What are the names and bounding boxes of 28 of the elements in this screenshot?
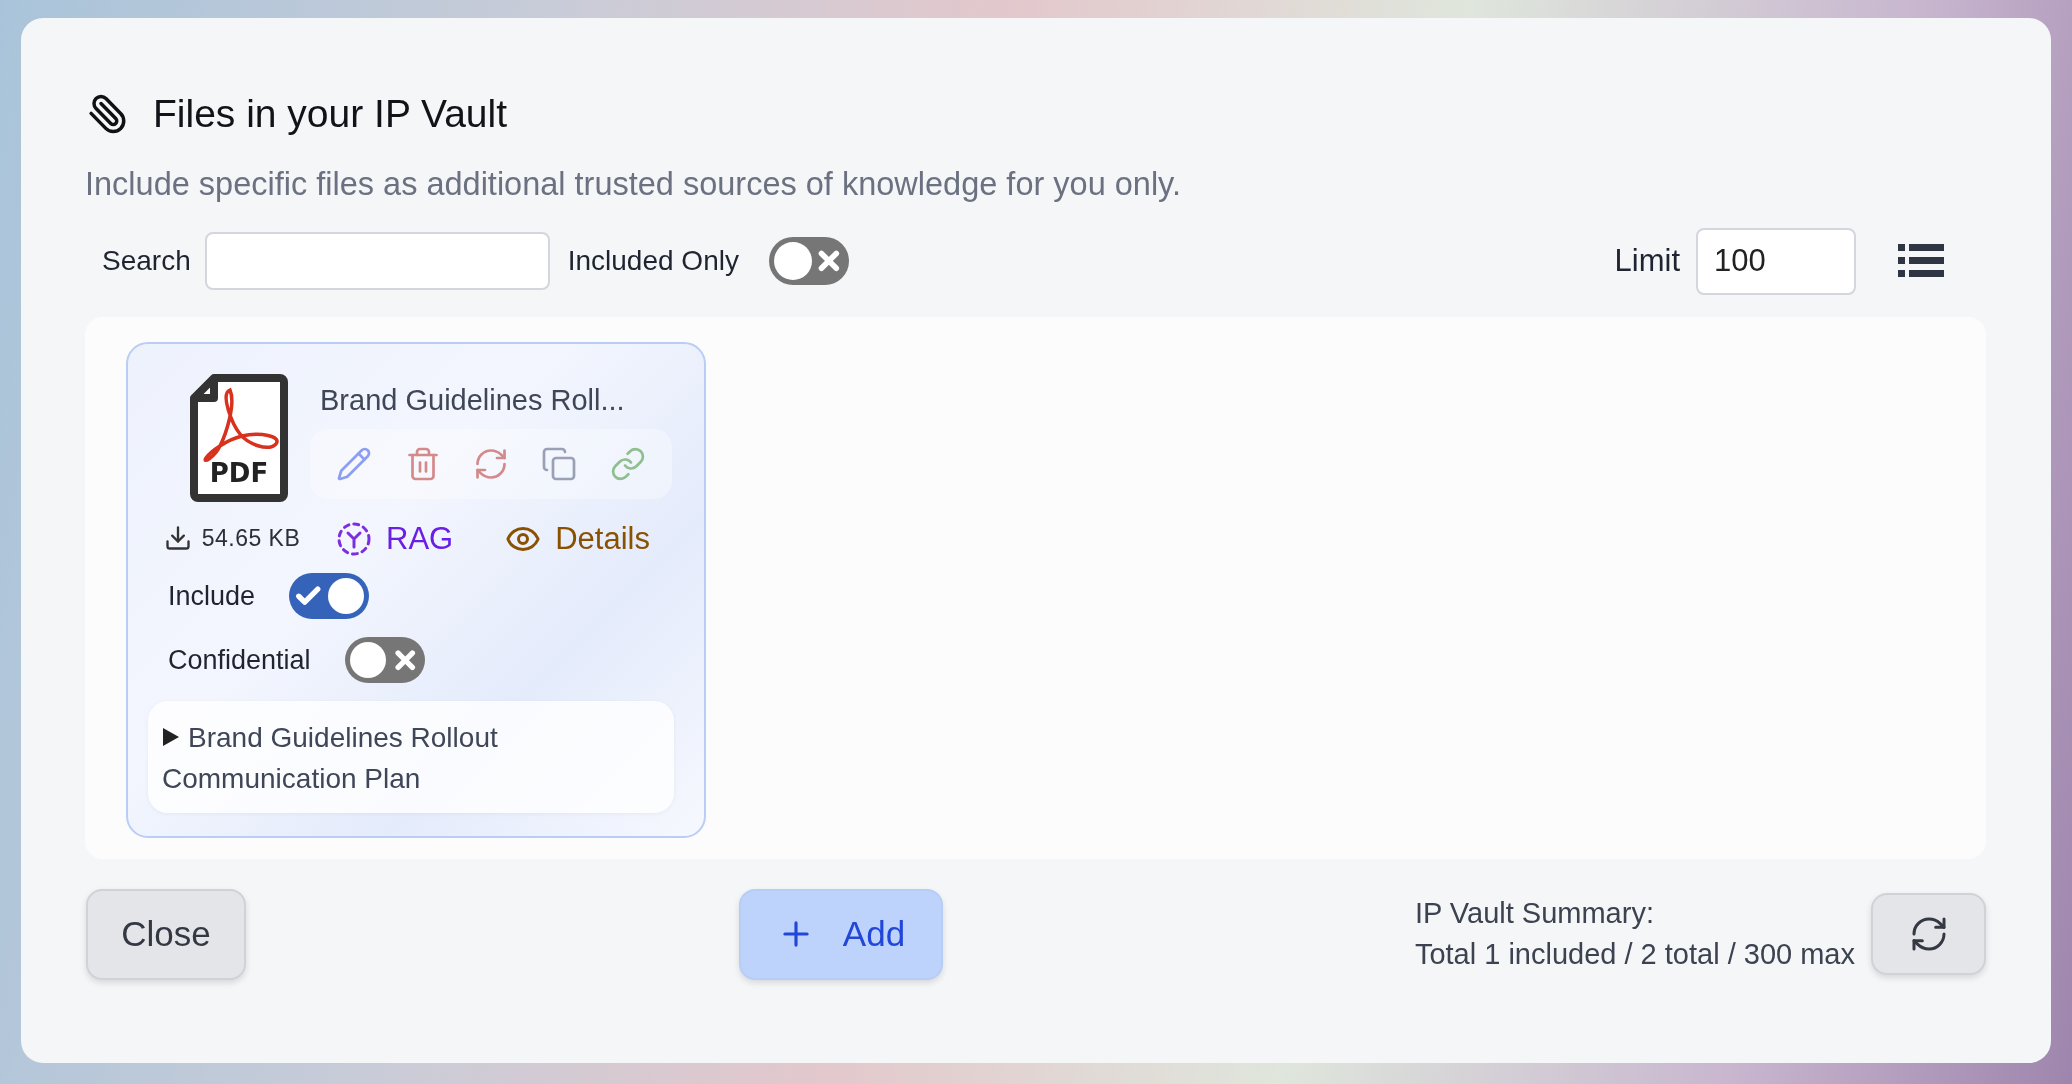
include-toggle[interactable] (289, 573, 370, 619)
rag-button[interactable]: RAG (336, 521, 454, 557)
dialog-description: Include specific files as additional trusted sources of knowledge for you only. (85, 166, 1182, 203)
dashed-circle-icon (336, 521, 372, 557)
included-only-toggle[interactable] (768, 237, 849, 285)
file-size: 54.65 KB (201, 524, 301, 552)
limit-field[interactable]: 100 (1696, 227, 1856, 295)
refresh-button[interactable] (1871, 893, 1986, 975)
list-view-icon[interactable] (1898, 244, 1944, 278)
confidential-label: Confidential (168, 644, 311, 676)
include-label: Include (168, 580, 256, 612)
search-label: Search (102, 245, 191, 277)
included-only-label: Included Only (567, 245, 739, 277)
vault-summary: IP Vault Summary: Total 1 included / 2 total / 300 max (1414, 896, 1855, 972)
download-icon[interactable] (163, 524, 192, 552)
add-button[interactable]: Add (739, 888, 943, 980)
limit-label: Limit (1614, 243, 1680, 279)
confidential-toggle[interactable] (344, 637, 425, 683)
close-button[interactable]: Close (86, 888, 246, 980)
dialog-title: Files in your IP Vault (153, 92, 508, 136)
file-summary[interactable]: Brand Guidelines Rollout Communication Plan (148, 701, 674, 813)
pdf-file-icon: PDF (190, 374, 288, 502)
details-button[interactable]: Details (505, 521, 650, 557)
edit-icon[interactable] (336, 446, 373, 482)
triangle-icon (162, 727, 180, 747)
copy-icon[interactable] (541, 446, 578, 482)
search-field[interactable] (204, 232, 550, 290)
file-name: Brand Guidelines Roll... (320, 384, 626, 417)
